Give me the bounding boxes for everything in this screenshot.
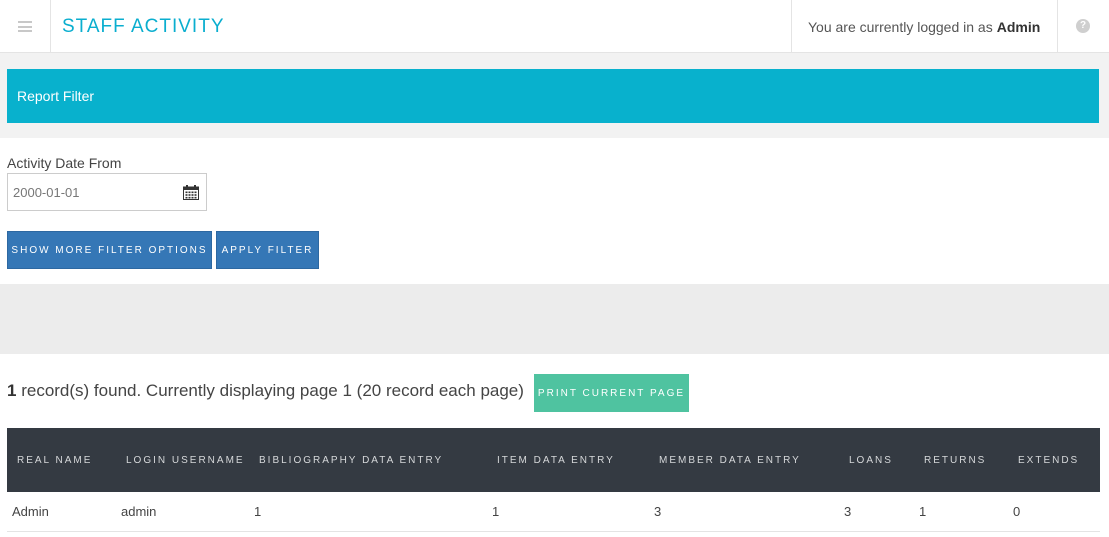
header-returns[interactable]: RETURNS (924, 455, 986, 466)
cell-loans: 3 (844, 504, 852, 519)
print-current-page-button[interactable]: PRINT CURRENT PAGE (534, 374, 689, 412)
menu-toggle-button[interactable] (0, 0, 51, 53)
cell-returns: 1 (919, 504, 927, 519)
records-count: 1 (7, 381, 17, 400)
header-bibliography-data-entry[interactable]: BIBLIOGRAPHY DATA ENTRY (259, 455, 443, 466)
login-username: Admin (996, 18, 1041, 35)
header-loans[interactable]: LOANS (849, 455, 893, 466)
cell-member-data-entry: 3 (654, 504, 662, 519)
header-real-name[interactable]: REAL NAME (17, 455, 92, 466)
separator-band (0, 284, 1109, 354)
header-item-data-entry[interactable]: ITEM DATA ENTRY (497, 455, 615, 466)
cell-item-data-entry: 1 (492, 504, 500, 519)
header-login-username[interactable]: LOGIN USERNAME (126, 455, 245, 466)
date-from-field[interactable] (7, 173, 207, 211)
show-more-filter-options-button[interactable]: SHOW MORE FILTER OPTIONS (7, 231, 212, 269)
login-status-label: You are currently logged in as (808, 18, 993, 35)
menu-icon (18, 21, 32, 32)
table-row: Admin admin 1 1 3 3 1 0 (7, 492, 1100, 532)
cell-bibliography-data-entry: 1 (254, 504, 262, 519)
top-bar: STAFF ACTIVITY You are currently logged … (0, 0, 1109, 53)
date-from-label: Activity Date From (7, 155, 122, 171)
login-status: You are currently logged in as Admin (791, 0, 1058, 53)
header-member-data-entry[interactable]: MEMBER DATA ENTRY (659, 455, 801, 466)
page-title: STAFF ACTIVITY (62, 16, 225, 37)
calendar-icon[interactable] (183, 185, 199, 200)
records-summary-text: record(s) found. Currently displaying pa… (21, 381, 524, 400)
cell-extends: 0 (1013, 504, 1021, 519)
apply-filter-button[interactable]: APPLY FILTER (216, 231, 319, 269)
cell-real-name: Admin (12, 504, 49, 519)
cell-login-username: admin (121, 504, 157, 519)
help-icon[interactable]: ? (1076, 19, 1090, 33)
records-summary: 1 record(s) found. Currently displaying … (7, 381, 524, 401)
header-extends[interactable]: EXTENDS (1018, 455, 1079, 466)
filter-section-title: Report Filter (7, 69, 1099, 123)
date-from-input[interactable] (8, 174, 173, 210)
table-header: REAL NAME LOGIN USERNAME BIBLIOGRAPHY DA… (7, 428, 1100, 492)
